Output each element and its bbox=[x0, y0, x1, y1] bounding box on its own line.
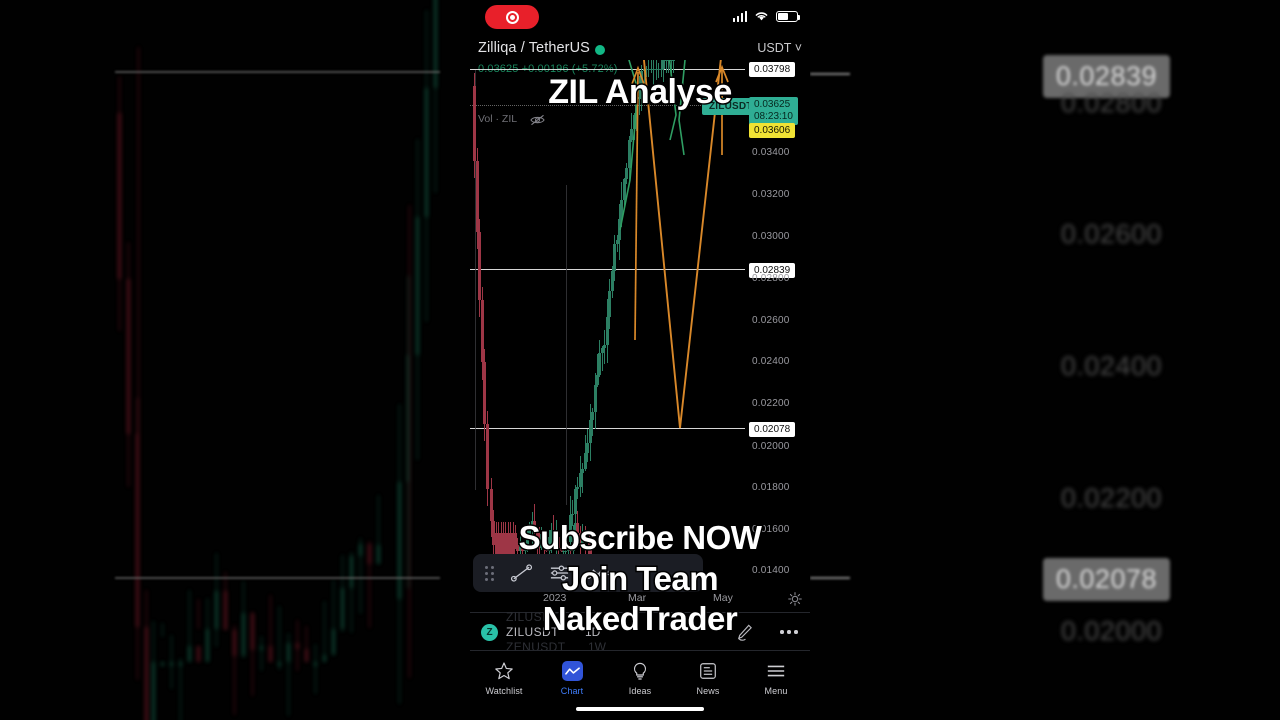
nav-item-ideas[interactable]: Ideas bbox=[606, 651, 674, 705]
nav-label-watchlist: Watchlist bbox=[485, 685, 523, 696]
axis-tick-label: 0.02400 bbox=[752, 356, 790, 367]
chart-header: Zilliqa / TetherUS USDT ˅ bbox=[470, 40, 810, 60]
support-price-badge: 0.02078 bbox=[749, 422, 796, 437]
record-pill-icon[interactable] bbox=[485, 5, 539, 29]
nav-item-chart[interactable]: Chart bbox=[538, 651, 606, 705]
symbol-name[interactable]: Zilliqa / TetherUS bbox=[478, 40, 590, 56]
nav-label-news: News bbox=[696, 685, 720, 696]
hamburger-icon bbox=[766, 661, 787, 682]
axis-tick-label: 0.03400 bbox=[752, 147, 790, 158]
background-price-label: 0.02200 bbox=[1060, 483, 1162, 513]
price-badge-prev-close: 0.03606 bbox=[749, 123, 796, 138]
status-bar bbox=[470, 0, 810, 34]
lightbulb-icon bbox=[630, 661, 651, 682]
status-icons bbox=[732, 10, 801, 22]
wifi-icon bbox=[755, 12, 768, 21]
price-axis[interactable]: 0.03798 ZILUSDT 0.03625 08:23:10 0.03606… bbox=[702, 60, 810, 590]
home-indicator bbox=[576, 707, 704, 711]
star-icon bbox=[494, 661, 515, 682]
nav-label-menu: Menu bbox=[764, 685, 788, 696]
axis-tick-label: 0.02800 bbox=[752, 273, 790, 284]
screen-root: 0.02839 0.02800 0.02600 0.02400 0.02200 … bbox=[0, 0, 1280, 720]
projection-overlay bbox=[619, 60, 729, 429]
caption-line-2: Join Team bbox=[560, 559, 720, 599]
chevron-down-icon: ˅ bbox=[794, 41, 802, 55]
chart-plot-area[interactable] bbox=[470, 60, 745, 590]
caption-line-1: Subscribe NOW bbox=[517, 518, 763, 558]
nav-item-menu[interactable]: Menu bbox=[742, 651, 810, 705]
background-price-label: 0.02600 bbox=[1060, 219, 1162, 249]
nav-label-ideas: Ideas bbox=[628, 685, 652, 696]
price-badge-countdown: 08:23:10 bbox=[754, 111, 793, 122]
signal-bars-icon bbox=[732, 11, 747, 22]
axis-tick-label: 0.02000 bbox=[752, 441, 790, 452]
axis-tick-label: 0.01800 bbox=[752, 482, 790, 493]
axis-tick-label: 0.02600 bbox=[752, 315, 790, 326]
caption-line-3: NakedTrader bbox=[541, 599, 739, 639]
currency-label: USDT bbox=[757, 41, 792, 55]
market-open-dot-icon bbox=[595, 45, 605, 55]
currency-selector[interactable]: USDT ˅ bbox=[757, 41, 802, 55]
nav-item-news[interactable]: News bbox=[674, 651, 742, 705]
background-price-label: 0.02400 bbox=[1060, 351, 1162, 381]
record-dot-icon bbox=[505, 10, 519, 24]
bottom-nav[interactable]: Watchlist Chart Ideas News Menu bbox=[470, 651, 810, 705]
nav-label-chart: Chart bbox=[560, 685, 584, 696]
caption-title: ZIL Analyse bbox=[547, 72, 734, 113]
battery-icon bbox=[776, 11, 801, 22]
chart-icon bbox=[561, 661, 583, 682]
news-icon bbox=[698, 661, 719, 682]
axis-tick-label: 0.02200 bbox=[752, 398, 790, 409]
axis-tick-label: 0.03200 bbox=[752, 189, 790, 200]
nav-item-watchlist[interactable]: Watchlist bbox=[470, 651, 538, 705]
axis-tick-label: 0.03000 bbox=[752, 231, 790, 242]
